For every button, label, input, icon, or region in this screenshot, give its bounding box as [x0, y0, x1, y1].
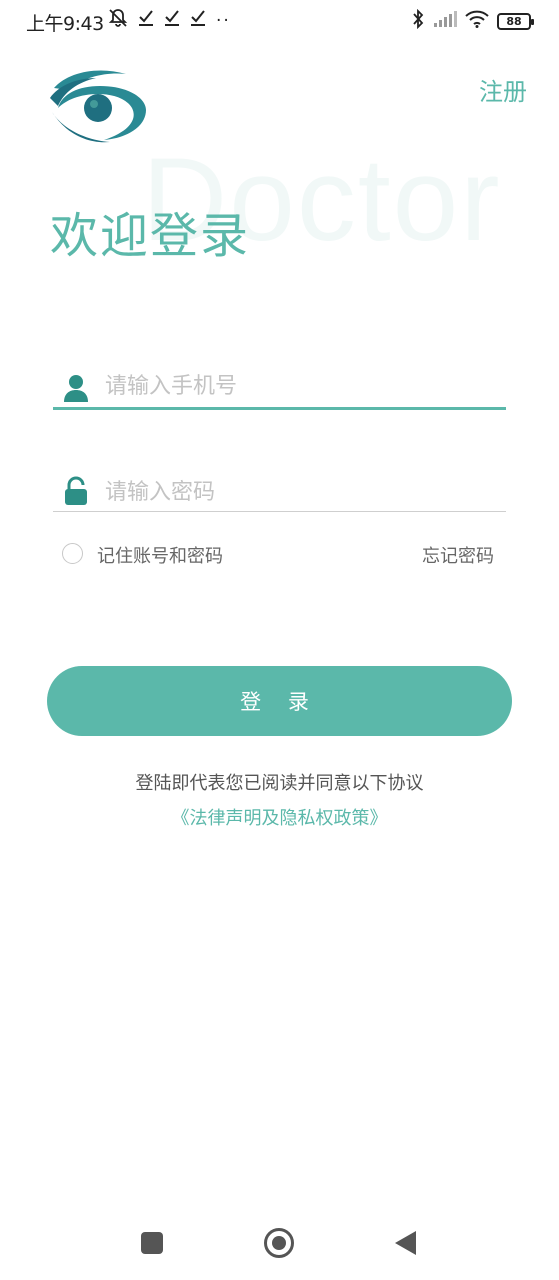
- page-title: 欢迎登录: [50, 208, 251, 264]
- bluetooth-icon: [411, 8, 425, 33]
- login-button[interactable]: 登 录: [47, 666, 512, 736]
- check-icon: [164, 9, 180, 33]
- check-icon: [190, 9, 206, 33]
- system-nav-bar: [0, 1210, 559, 1280]
- login-screen: 上午9:43 ·· 88 注册 Doctor 欢迎登录 请输入手机号 记住账号和…: [0, 0, 559, 1280]
- phone-field: [53, 364, 506, 410]
- remember-label[interactable]: 记住账号和密码: [97, 542, 223, 568]
- home-icon[interactable]: [264, 1228, 294, 1258]
- lock-icon: [63, 476, 89, 505]
- phone-input[interactable]: [105, 368, 495, 404]
- check-icon: [138, 9, 154, 33]
- mute-bell-icon: [108, 8, 128, 34]
- more-notifications-dots: ··: [216, 11, 231, 31]
- status-notification-icons: ··: [108, 8, 231, 34]
- remember-row: 记住账号和密码 忘记密码: [62, 540, 502, 568]
- privacy-policy-link[interactable]: 《法律声明及隐私权政策》: [0, 804, 559, 830]
- battery-indicator: 88: [497, 12, 534, 30]
- status-time: 上午9:43: [26, 13, 104, 35]
- back-icon[interactable]: [395, 1231, 416, 1255]
- status-system-icons: 88: [411, 8, 534, 33]
- remember-checkbox[interactable]: [62, 543, 83, 564]
- signal-icon: [433, 11, 457, 31]
- status-bar: 上午9:43 ·· 88: [0, 0, 559, 42]
- user-icon: [63, 374, 89, 402]
- app-logo: [48, 68, 148, 146]
- agreement-text: 登陆即代表您已阅读并同意以下协议: [135, 773, 424, 794]
- forgot-password-link[interactable]: 忘记密码: [422, 542, 494, 568]
- password-input[interactable]: [105, 474, 495, 510]
- register-link[interactable]: 注册: [479, 72, 527, 107]
- password-field: [53, 470, 506, 512]
- recent-apps-icon[interactable]: [141, 1232, 163, 1254]
- wifi-icon: [465, 10, 489, 32]
